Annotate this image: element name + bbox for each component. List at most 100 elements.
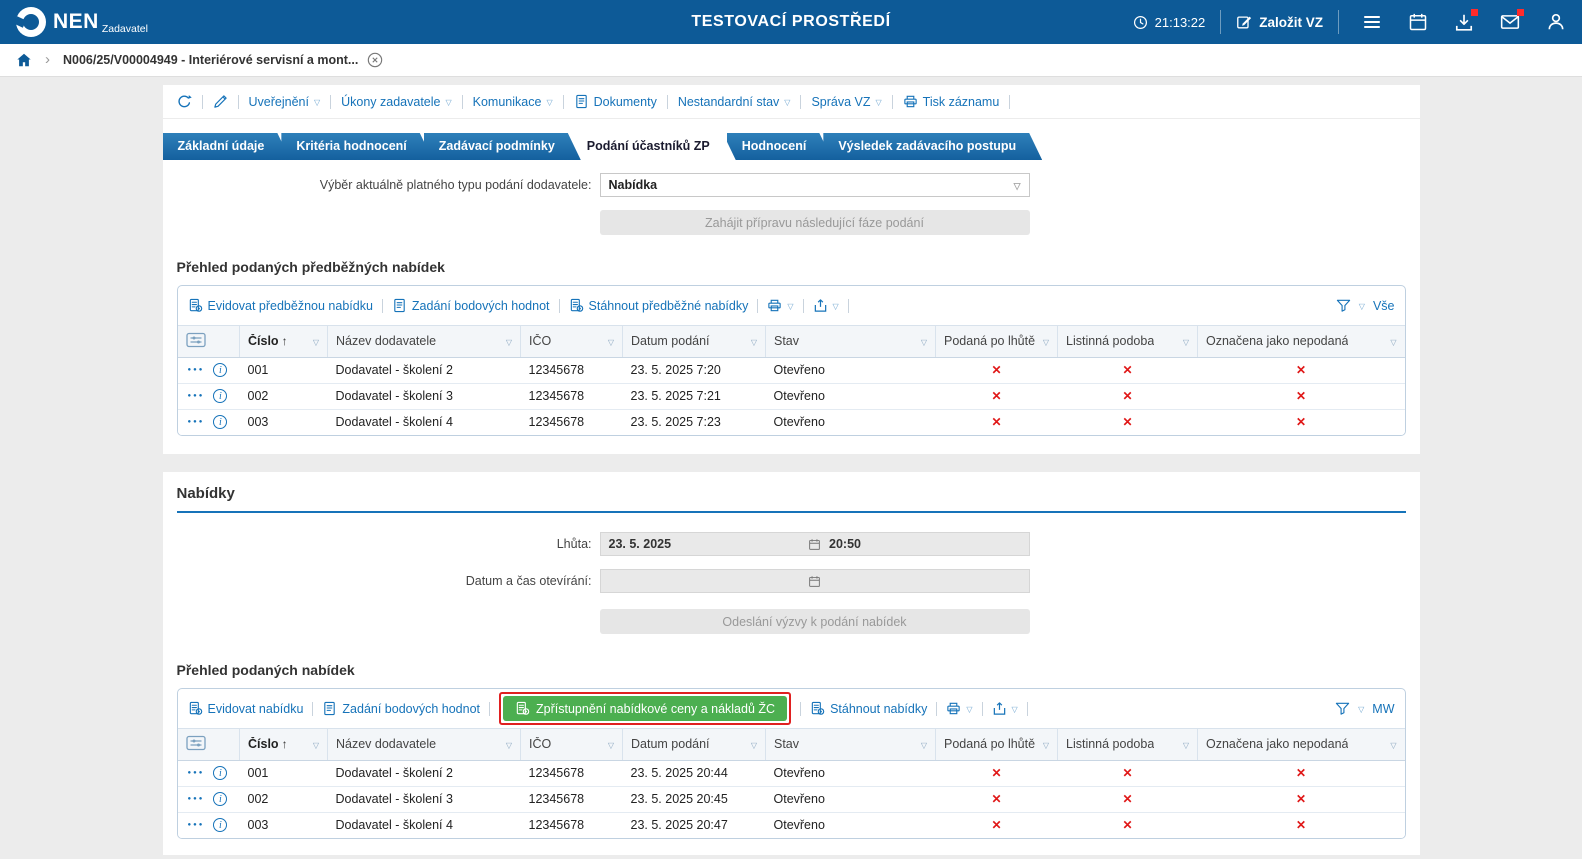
filter-icon[interactable] (1336, 298, 1351, 313)
header-podana-po-lhute[interactable]: Podaná po lhůtě (936, 729, 1058, 760)
evidovat-nabidku-button[interactable]: Evidovat nabídku (188, 701, 304, 716)
row-menu-icon[interactable]: ●●● (188, 770, 205, 776)
column-settings-header[interactable] (178, 729, 240, 760)
zpristupneni-ceny-button[interactable]: Zpřístupnění nabídkové ceny a nákladů ŽC (503, 696, 787, 721)
header-oznacena-jako-nepodana[interactable]: Označena jako nepodaná (1198, 326, 1405, 357)
header-datum-podani[interactable]: Datum podání (623, 729, 766, 760)
table-row[interactable]: ●●●i 003 Dodavatel - školení 4 12345678 … (178, 409, 1405, 435)
table-row[interactable]: ●●●i 001 Dodavatel - školení 2 12345678 … (178, 357, 1405, 383)
print-table-button[interactable] (767, 298, 793, 313)
menu-sprava-vz[interactable]: Správa VZ (811, 95, 881, 109)
filter-caret-icon[interactable] (921, 334, 927, 348)
table-row[interactable]: ●●●i 002 Dodavatel - školení 3 12345678 … (178, 383, 1405, 409)
menu-icon[interactable] (1362, 12, 1382, 32)
info-icon[interactable]: i (213, 792, 227, 806)
info-icon[interactable]: i (213, 766, 227, 780)
header-ico[interactable]: IČO (521, 729, 623, 760)
row-menu-icon[interactable]: ●●● (188, 419, 205, 425)
zadani-bodovych-hodnot-button[interactable]: Zadání bodových hodnot (322, 701, 480, 716)
nen-logo[interactable]: NEN Zadavatel (16, 7, 145, 37)
filter-caret-icon[interactable] (1043, 737, 1049, 751)
filter-icon[interactable] (1335, 701, 1350, 716)
filter-caret-icon[interactable] (921, 737, 927, 751)
column-settings-header[interactable] (178, 326, 240, 357)
export-table-button[interactable] (813, 298, 839, 313)
filter-caret-icon[interactable] (313, 737, 319, 751)
info-icon[interactable]: i (213, 389, 227, 403)
menu-uverejneni[interactable]: Uveřejnění (249, 95, 321, 109)
tab-zadavaci-podminky[interactable]: Zadávací podmínky (424, 133, 581, 160)
header-cislo[interactable]: Číslo (240, 326, 328, 357)
row-menu-icon[interactable]: ●●● (188, 393, 205, 399)
filter-caret-icon[interactable] (1043, 334, 1049, 348)
stahnout-nabidky-button[interactable]: Stáhnout nabídky (810, 701, 927, 716)
header-listinna-podoba[interactable]: Listinná podoba (1058, 729, 1198, 760)
header-oznacena-jako-nepodana[interactable]: Označena jako nepodaná (1198, 729, 1405, 760)
filter-caret-icon[interactable] (608, 737, 614, 751)
tab-vysledek-zadavaciho-postupu[interactable]: Výsledek zadávacího postupu (823, 133, 1042, 160)
tab-podani-ucastniku-zp[interactable]: Podání účastníků ZP (572, 133, 736, 160)
home-button[interactable] (16, 52, 32, 68)
submission-type-select[interactable]: Nabídka (600, 173, 1030, 197)
create-vz-label: Založit VZ (1259, 15, 1323, 30)
send-vyzva-button[interactable]: Odeslání výzvy k podání nabídek (600, 609, 1030, 634)
button-label: Zadání bodových hodnot (342, 702, 480, 716)
view-selector[interactable]: MW (1372, 702, 1394, 716)
zadani-bodovych-hodnot-button[interactable]: Zadání bodových hodnot (392, 298, 550, 313)
filter-caret-icon[interactable] (506, 737, 512, 751)
close-record-button[interactable] (367, 52, 383, 68)
menu-ukony-zadavatele[interactable]: Úkony zadavatele (341, 95, 452, 109)
export-table-button[interactable] (992, 701, 1018, 716)
row-menu-icon[interactable]: ●●● (188, 367, 205, 373)
menu-nestandardni-stav[interactable]: Nestandardní stav (678, 95, 791, 109)
table-row[interactable]: ●●●i 003 Dodavatel - školení 4 12345678 … (178, 812, 1405, 838)
filter-caret-icon[interactable] (1390, 737, 1396, 751)
filter-caret-icon[interactable] (506, 334, 512, 348)
filter-caret-icon[interactable] (751, 334, 757, 348)
table-row[interactable]: ●●●i 002 Dodavatel - školení 3 12345678 … (178, 786, 1405, 812)
evidovat-predbeznou-nabidku-button[interactable]: Evidovat předběžnou nabídku (188, 298, 373, 313)
header-nazev-dodavatele[interactable]: Název dodavatele (328, 326, 521, 357)
header-listinna-podoba[interactable]: Listinná podoba (1058, 326, 1198, 357)
calendar-icon[interactable] (1408, 12, 1428, 32)
tab-hodnoceni[interactable]: Hodnocení (727, 133, 833, 160)
menu-komunikace[interactable]: Komunikace (473, 95, 553, 109)
header-podana-po-lhute[interactable]: Podaná po lhůtě (936, 326, 1058, 357)
menu-dokumenty[interactable]: Dokumenty (574, 94, 657, 109)
table-row[interactable]: ●●●i 001 Dodavatel - školení 2 12345678 … (178, 760, 1405, 786)
bids-table-container: Evidovat nabídku Zadání bodových hodnot … (177, 688, 1406, 839)
filter-caret-icon[interactable] (1183, 334, 1189, 348)
start-next-phase-button[interactable]: Zahájit přípravu následující fáze podání (600, 210, 1030, 235)
messages-button[interactable] (1500, 12, 1520, 32)
header-datum-podani[interactable]: Datum podání (623, 326, 766, 357)
row-menu-icon[interactable]: ●●● (188, 796, 205, 802)
menu-tisk-zaznamu[interactable]: Tisk záznamu (903, 94, 1000, 109)
tab-kriteria-hodnoceni[interactable]: Kritéria hodnocení (281, 133, 432, 160)
print-table-button[interactable] (946, 701, 972, 716)
edit-button[interactable] (213, 94, 228, 109)
filter-caret-icon[interactable] (608, 334, 614, 348)
view-selector[interactable]: Vše (1373, 299, 1395, 313)
tab-zakladni-udaje[interactable]: Základní údaje (163, 133, 291, 160)
filter-caret-icon[interactable] (313, 334, 319, 348)
stahnout-predbezne-nabidky-button[interactable]: Stáhnout předběžné nabídky (569, 298, 749, 313)
filter-caret-icon[interactable] (751, 737, 757, 751)
create-vz-button[interactable]: Založit VZ (1236, 14, 1323, 30)
downloads-button[interactable] (1454, 12, 1474, 32)
row-menu-icon[interactable]: ●●● (188, 822, 205, 828)
header-cislo[interactable]: Číslo (240, 729, 328, 760)
filter-caret-icon[interactable] (1183, 737, 1189, 751)
info-icon[interactable]: i (213, 363, 227, 377)
user-icon[interactable] (1546, 12, 1566, 32)
divider (667, 95, 668, 109)
header-ico[interactable]: IČO (521, 326, 623, 357)
info-icon[interactable]: i (213, 415, 227, 429)
header-nazev-dodavatele[interactable]: Název dodavatele (328, 729, 521, 760)
info-icon[interactable]: i (213, 818, 227, 832)
filter-caret-icon[interactable] (1390, 334, 1396, 348)
header-stav[interactable]: Stav (766, 326, 936, 357)
history-button[interactable] (177, 94, 192, 109)
header-label: Stav (774, 737, 799, 751)
open-record-tab[interactable]: N006/25/V00004949 - Interiérové servisní… (63, 52, 383, 68)
header-stav[interactable]: Stav (766, 729, 936, 760)
